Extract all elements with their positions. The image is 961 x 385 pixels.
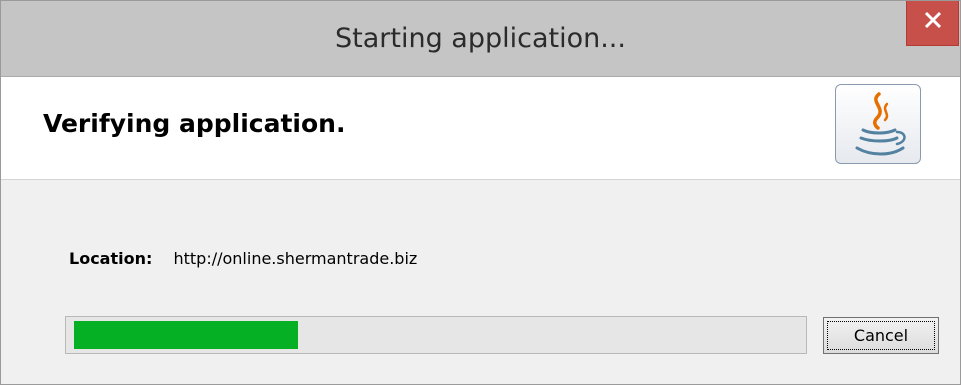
close-button[interactable] bbox=[906, 1, 959, 46]
close-icon bbox=[924, 11, 942, 29]
location-label: Location: bbox=[69, 249, 153, 268]
location-url: http://online.shermantrade.biz bbox=[173, 249, 418, 268]
java-coffee-cup-icon bbox=[855, 92, 906, 156]
cancel-button[interactable]: Cancel bbox=[823, 317, 939, 354]
status-heading: Verifying application. bbox=[43, 109, 346, 138]
cancel-button-label: Cancel bbox=[853, 326, 909, 345]
location-row: Location: http://online.shermantrade.biz bbox=[69, 249, 417, 268]
dialog-header: Verifying application. bbox=[1, 77, 960, 180]
title-bar[interactable]: Starting application... bbox=[1, 1, 960, 77]
progress-fill bbox=[74, 321, 298, 349]
java-logo bbox=[835, 84, 921, 164]
window-title: Starting application... bbox=[335, 23, 626, 54]
dialog-window: Starting application... Verifying applic… bbox=[0, 0, 961, 385]
progress-bar bbox=[65, 316, 807, 354]
